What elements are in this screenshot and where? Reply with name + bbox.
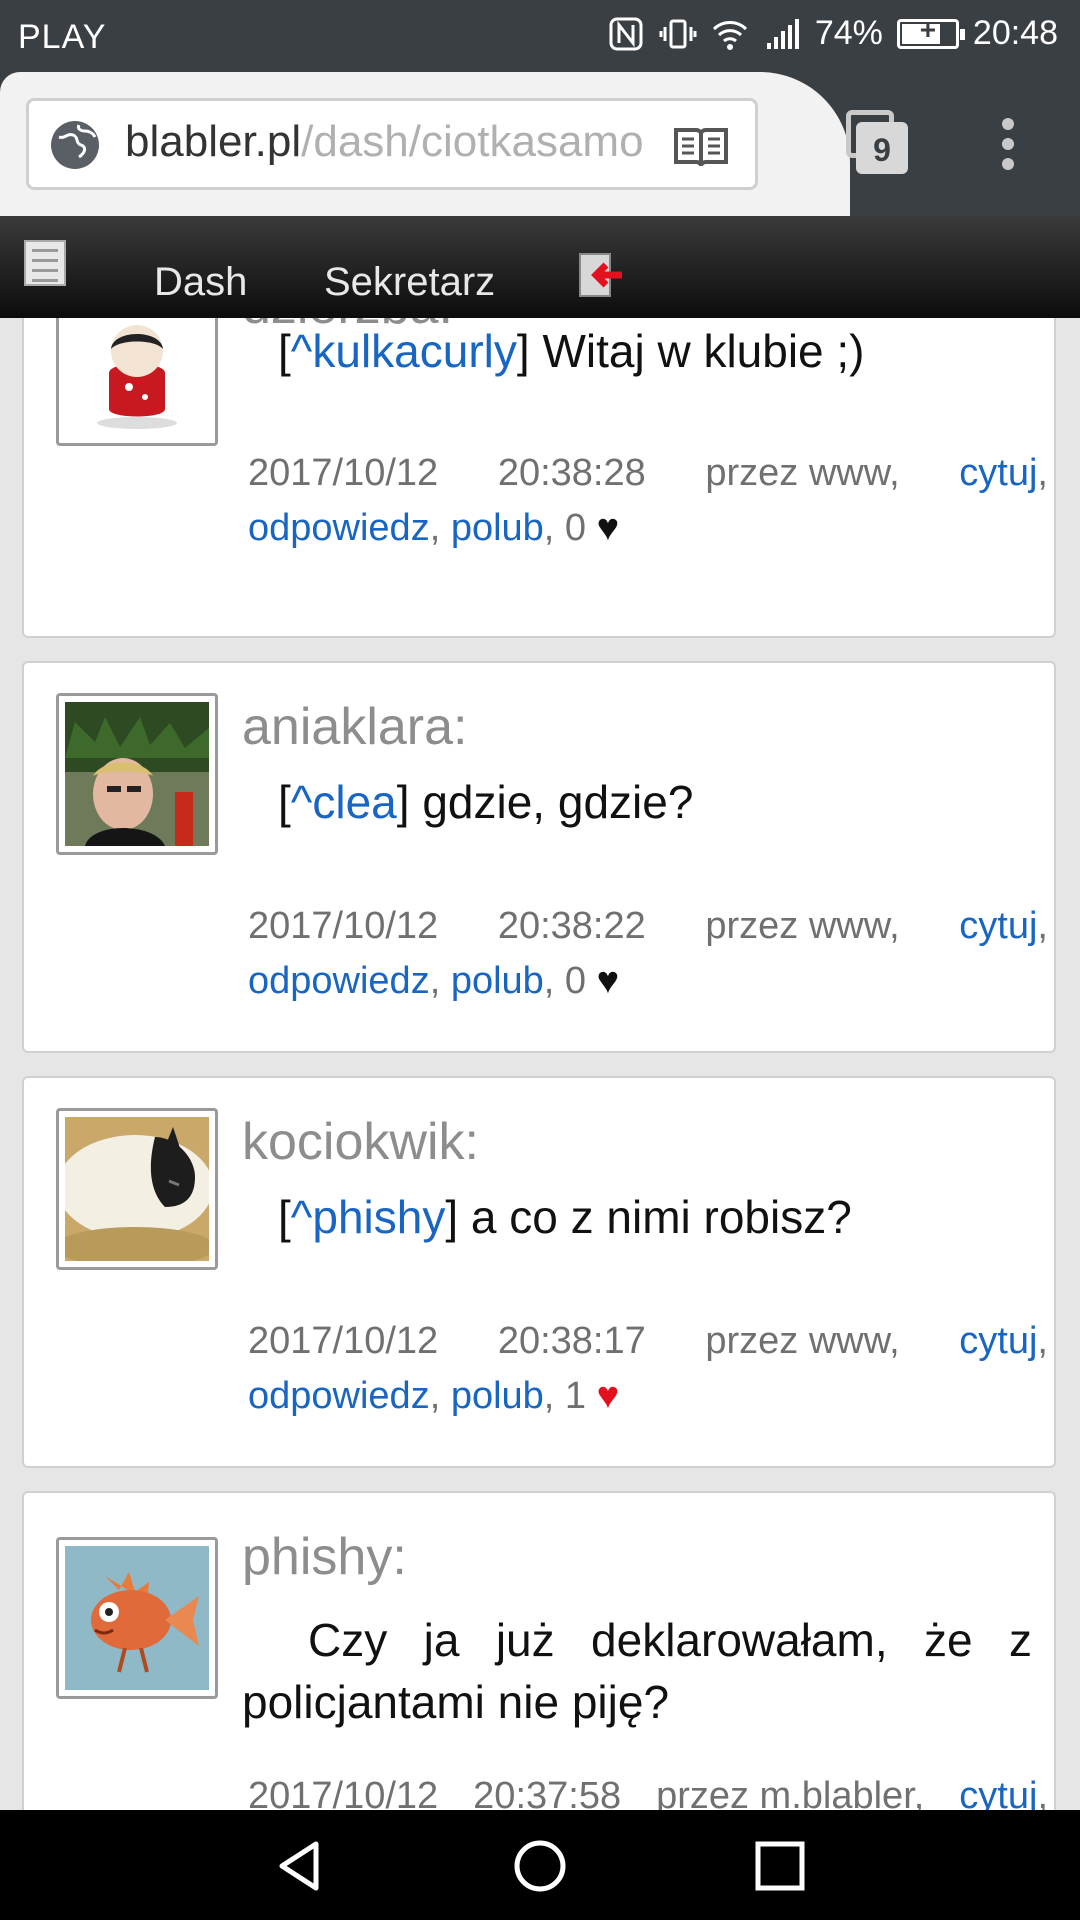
heart-icon: ♥ bbox=[596, 1375, 620, 1417]
nav-dash[interactable]: Dash bbox=[154, 260, 247, 305]
like-link[interactable]: polub bbox=[451, 507, 544, 549]
post-meta: 2017/10/12 20:38:22 przez www, cytuj, odpow… bbox=[248, 899, 1048, 1009]
tab-count: 9 bbox=[856, 122, 908, 174]
quote-link[interactable]: cytuj bbox=[959, 1775, 1037, 1810]
reply-link[interactable]: odpowiedz bbox=[248, 1375, 430, 1417]
heart-icon: ♥ bbox=[596, 507, 620, 549]
post-source: przez www, bbox=[705, 905, 900, 947]
post-message: Czy ja już deklarowałam, że z policjanta… bbox=[242, 1614, 1032, 1728]
heart-icon: ♥ bbox=[596, 960, 620, 1002]
post-date: 2017/10/12 bbox=[248, 452, 439, 494]
post-message: [^clea] gdzie, gdzie? bbox=[278, 776, 694, 828]
post-meta: 2017/10/12 20:37:58 przez m.blabler, cytuj, bbox=[248, 1769, 1048, 1810]
cat-photo bbox=[65, 1117, 209, 1261]
document-icon[interactable] bbox=[24, 240, 66, 286]
nav-sekretarz[interactable]: Sekretarz bbox=[324, 260, 495, 305]
mention-link[interactable]: ^clea bbox=[291, 776, 397, 828]
post-meta: 2017/10/12 20:38:28 przez www, cytuj, odpow… bbox=[248, 446, 1048, 556]
mention-link[interactable]: ^phishy bbox=[291, 1191, 446, 1243]
avatar[interactable] bbox=[56, 318, 218, 446]
post-date: 2017/10/12 bbox=[248, 905, 439, 947]
quote-link[interactable]: cytuj bbox=[959, 905, 1037, 947]
post-time: 20:38:22 bbox=[497, 905, 646, 947]
globe-icon bbox=[51, 121, 99, 169]
status-bar: PLAY 74% + 20:48 bbox=[0, 0, 1080, 72]
post-author[interactable]: kociokwik: bbox=[242, 1112, 479, 1172]
like-link[interactable]: polub bbox=[451, 960, 544, 1002]
post-date: 2017/10/12 bbox=[248, 1320, 439, 1362]
fish-image bbox=[65, 1546, 209, 1690]
reader-mode-icon[interactable] bbox=[673, 125, 729, 169]
quote-link[interactable]: cytuj bbox=[959, 1320, 1037, 1362]
browser-toolbar: blabler.pl/dash/ciotkasamo 9 bbox=[0, 72, 1080, 216]
post-author[interactable]: phishy: bbox=[242, 1527, 407, 1587]
site-nav: Dash Sekretarz bbox=[0, 216, 1080, 318]
url-text[interactable]: blabler.pl/dash/ciotkasamo bbox=[125, 117, 665, 167]
system-nav-bar bbox=[0, 1810, 1080, 1920]
wifi-icon bbox=[712, 20, 747, 50]
vibrate-icon bbox=[659, 19, 697, 48]
reply-link[interactable]: odpowiedz bbox=[248, 960, 430, 1002]
like-count: 0 bbox=[564, 507, 587, 549]
like-link[interactable]: polub bbox=[451, 1375, 544, 1417]
post-meta: 2017/10/12 20:38:17 przez www, cytuj, odpow… bbox=[248, 1314, 1048, 1424]
avatar[interactable] bbox=[56, 1537, 218, 1699]
signal-icon bbox=[766, 18, 799, 49]
avatar[interactable] bbox=[56, 1108, 218, 1270]
post: kociokwik: [^phishy] a co z nimi robisz?… bbox=[22, 1076, 1056, 1468]
carrier-label: PLAY bbox=[18, 18, 107, 56]
like-count: 0 bbox=[564, 960, 587, 1002]
tab-switcher-button[interactable]: 9 bbox=[846, 110, 908, 174]
kokeshi-doll-image bbox=[65, 318, 209, 437]
battery-percent: 74% bbox=[814, 14, 883, 52]
reply-link[interactable]: odpowiedz bbox=[248, 507, 430, 549]
post-time: 20:37:58 bbox=[473, 1775, 622, 1810]
quote-link[interactable]: cytuj bbox=[959, 452, 1037, 494]
logout-icon[interactable] bbox=[578, 252, 624, 298]
url-path: /dash/ciotkasamo bbox=[301, 117, 644, 166]
post: dzierzba: [^kulkacurly] Witaj w klubie ;… bbox=[22, 318, 1056, 638]
url-domain: blabler.pl bbox=[125, 117, 302, 166]
post-time: 20:38:28 bbox=[497, 452, 646, 494]
address-bar[interactable]: blabler.pl/dash/ciotkasamo bbox=[26, 98, 758, 190]
back-icon[interactable] bbox=[272, 1838, 328, 1894]
nfc-icon bbox=[609, 17, 643, 50]
post-source: przez www, bbox=[705, 1320, 900, 1362]
recents-icon[interactable] bbox=[752, 1838, 808, 1894]
post-message: [^kulkacurly] Witaj w klubie ;) bbox=[278, 325, 865, 377]
overflow-menu-icon[interactable] bbox=[996, 118, 1020, 172]
avatar[interactable] bbox=[56, 693, 218, 855]
post-date: 2017/10/12 bbox=[248, 1775, 439, 1810]
user-photo-aniaklara bbox=[65, 702, 209, 846]
post: phishy: Czy ja już deklarowałam, że z po… bbox=[22, 1491, 1056, 1810]
post-message: [^phishy] a co z nimi robisz? bbox=[278, 1191, 852, 1243]
post-author[interactable]: aniaklara: bbox=[242, 697, 467, 757]
home-icon[interactable] bbox=[512, 1838, 568, 1894]
mention-link[interactable]: ^kulkacurly bbox=[291, 325, 517, 377]
post-source: przez m.blabler, bbox=[656, 1775, 925, 1810]
like-count: 1 bbox=[564, 1375, 587, 1417]
post: aniaklara: [^clea] gdzie, gdzie? 2017/10… bbox=[22, 661, 1056, 1053]
post-feed[interactable]: dzierzba: [^kulkacurly] Witaj w klubie ;… bbox=[0, 318, 1080, 1810]
post-time: 20:38:17 bbox=[497, 1320, 646, 1362]
battery-icon: + bbox=[896, 14, 965, 49]
post-source: przez www, bbox=[705, 452, 900, 494]
clock: 20:48 bbox=[972, 14, 1058, 52]
